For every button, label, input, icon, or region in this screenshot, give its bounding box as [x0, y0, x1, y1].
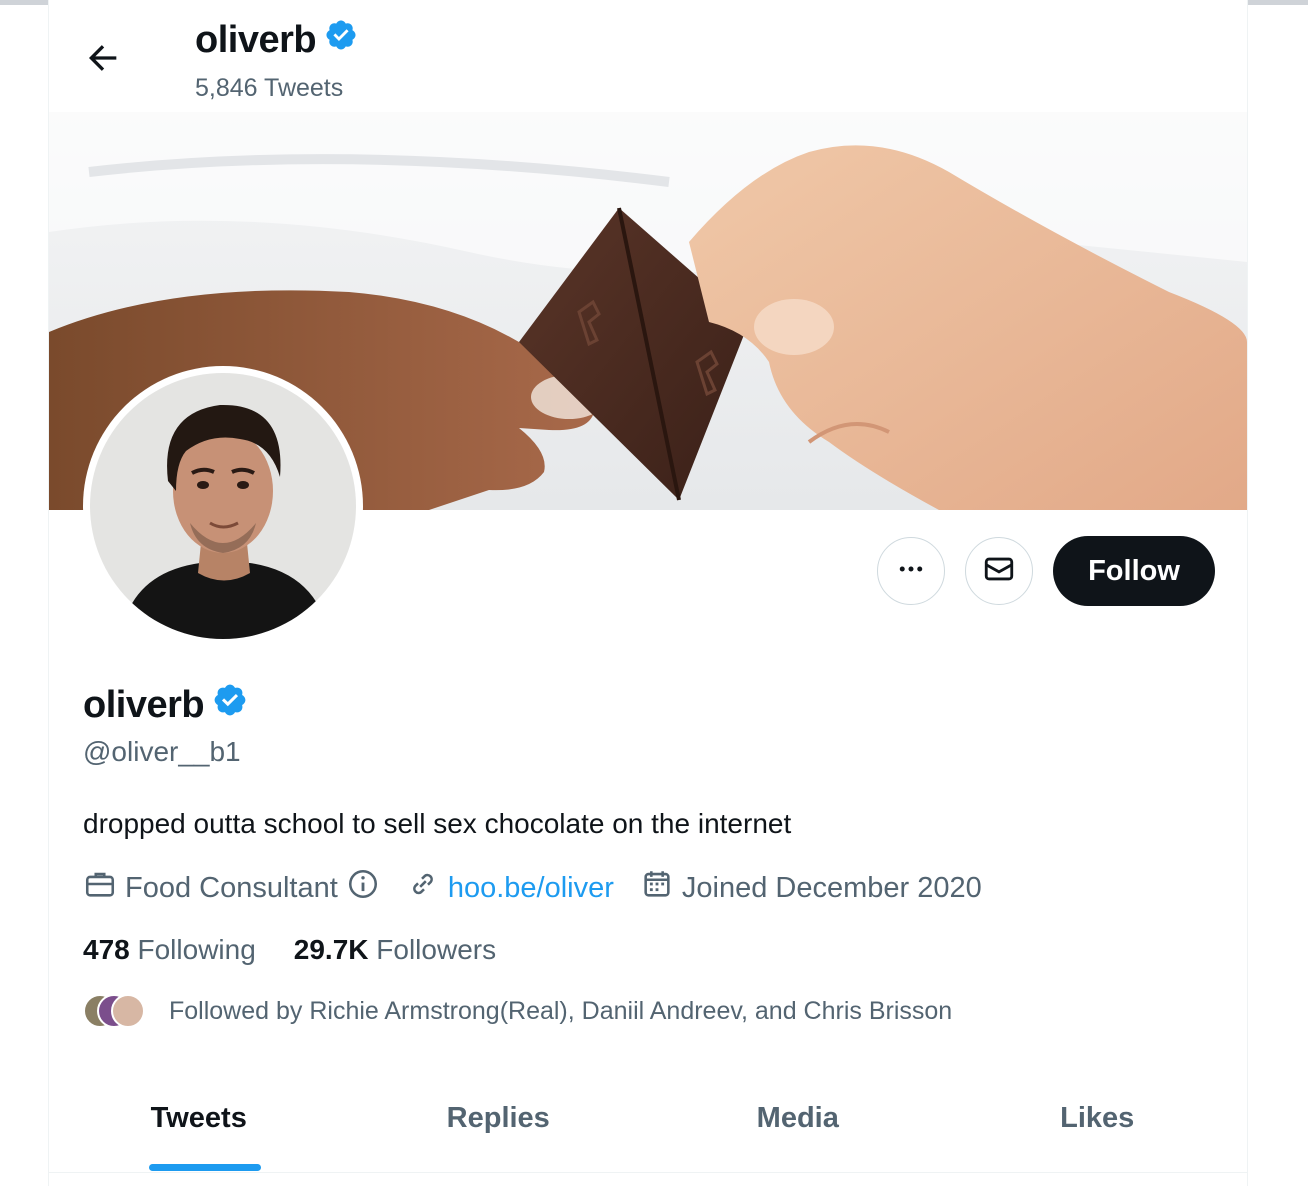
header-title: oliverb [195, 18, 358, 62]
followed-by[interactable]: Followed by Richie Armstrong(Real), Dani… [83, 994, 952, 1028]
profile-handle: @oliver__b1 [83, 736, 241, 767]
tabs-divider [49, 1172, 1247, 1173]
tab-replies[interactable]: Replies [349, 1080, 649, 1172]
tab-label: Tweets [150, 1102, 247, 1134]
verified-badge-icon[interactable] [212, 682, 248, 728]
info-icon[interactable] [346, 867, 380, 909]
followers-link[interactable]: 29.7K Followers [294, 934, 496, 966]
tweet-count: 5,846 Tweets [195, 74, 344, 102]
following-label: Following [137, 934, 256, 965]
meta-website: hoo.be/oliver [406, 867, 614, 909]
more-horizontal-icon [896, 554, 926, 589]
tab-media[interactable]: Media [648, 1080, 948, 1172]
meta-joined: Joined December 2020 [640, 867, 982, 909]
calendar-icon [640, 867, 674, 909]
avatar-photo [90, 373, 356, 639]
tab-label: Replies [446, 1102, 550, 1134]
following-link[interactable]: 478 Following [83, 934, 256, 966]
briefcase-icon [83, 867, 117, 909]
link-icon [406, 867, 440, 909]
profile-tabs: Tweets Replies Media Likes [49, 1080, 1247, 1172]
envelope-icon [982, 552, 1016, 591]
more-options-button[interactable] [877, 537, 945, 605]
back-arrow-icon[interactable] [83, 38, 123, 78]
profile-avatar[interactable] [83, 366, 363, 646]
profile-column: oliverb 5,846 Tweets Follow oliverb @oli… [48, 0, 1248, 1186]
follow-stats: 478 Following 29.7K Followers [83, 934, 496, 966]
following-count: 478 [83, 934, 130, 965]
profile-meta: Food Consultant hoo.be/oliver Joined Dec… [83, 868, 1008, 908]
followers-label: Followers [376, 934, 497, 965]
follow-button[interactable]: Follow [1053, 536, 1215, 606]
message-button[interactable] [965, 537, 1033, 605]
followed-by-text: Followed by Richie Armstrong(Real), Dani… [169, 996, 953, 1025]
joined-date: Joined December 2020 [681, 871, 982, 904]
display-name-text: oliverb [83, 683, 205, 726]
verified-badge-icon[interactable] [324, 18, 358, 62]
header-name: oliverb [195, 18, 317, 61]
website-link[interactable]: hoo.be/oliver [448, 872, 614, 905]
meta-category: Food Consultant [83, 867, 380, 909]
tab-label: Media [756, 1102, 839, 1134]
active-tab-indicator [149, 1164, 261, 1171]
tab-tweets[interactable]: Tweets [49, 1080, 349, 1172]
followers-count: 29.7K [293, 934, 369, 965]
profile-display-name: oliverb [83, 682, 248, 728]
profile-bio: dropped outta school to sell sex chocola… [83, 808, 792, 839]
avatar [111, 994, 145, 1028]
category-label: Food Consultant [125, 871, 338, 904]
tab-likes[interactable]: Likes [948, 1080, 1248, 1172]
tab-label: Likes [1060, 1102, 1135, 1134]
